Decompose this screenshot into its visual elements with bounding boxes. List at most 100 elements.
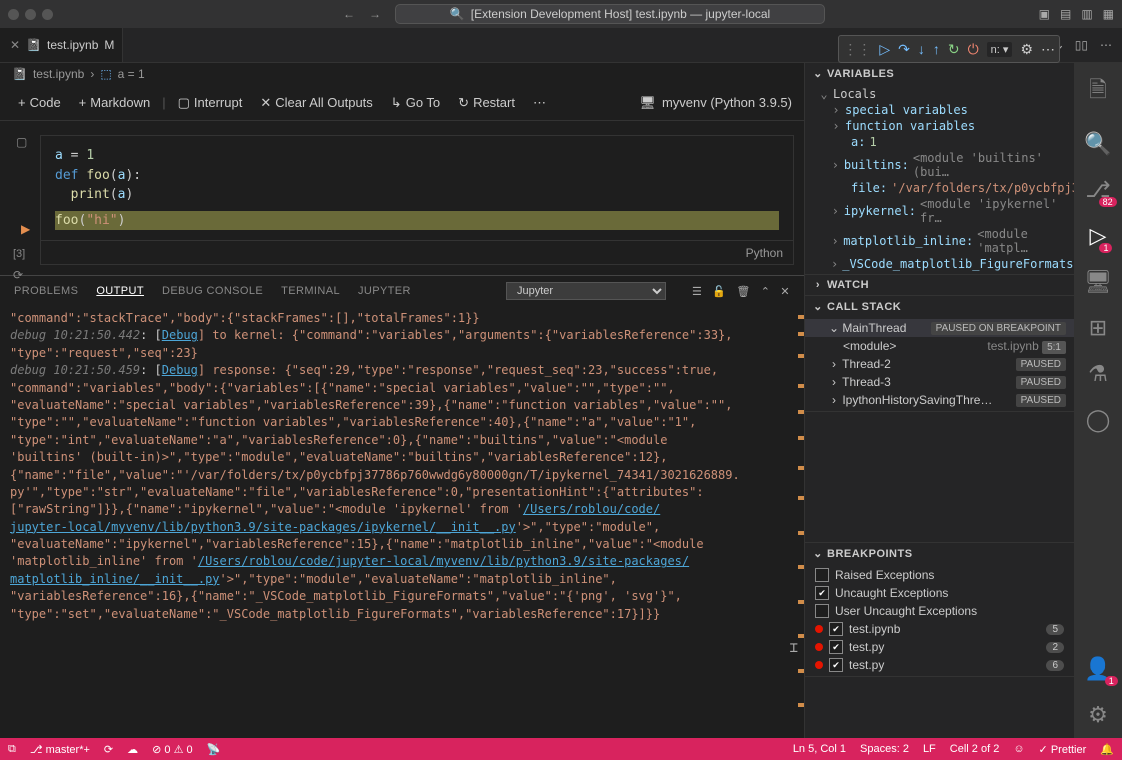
output-log[interactable]: "command":"stackTrace","body":{"stackFra… [0,306,804,738]
checkbox[interactable] [829,622,843,636]
disconnect-icon[interactable]: ⏻ [968,41,979,58]
bp-file-3[interactable]: test.py6 [805,656,1074,674]
collapse-cell-icon[interactable]: ▢ [16,135,27,149]
var-a[interactable]: a: 1 [805,134,1074,150]
thread-history[interactable]: › IpythonHistorySavingThre…PAUSED [805,391,1074,409]
maximize-window-icon[interactable] [42,9,53,20]
var-matplotlib[interactable]: ›matplotlib_inline: <module 'matpl… [805,226,1074,256]
bp-user-uncaught[interactable]: User Uncaught Exceptions [805,602,1074,620]
close-window-icon[interactable] [8,9,19,20]
output-channel-select[interactable]: Jupyter [506,282,666,300]
thread-main[interactable]: ⌄ MainThreadPAUSED ON BREAKPOINT [805,319,1074,337]
breadcrumb[interactable]: 📓 test.ipynb › ⬚ a = 1 [0,63,804,85]
nav-back-icon[interactable]: ← [343,7,355,21]
checkbox[interactable] [829,640,843,654]
command-center[interactable]: 🔍 [Extension Development Host] test.ipyn… [395,4,825,24]
tab-output[interactable]: OUTPUT [96,285,144,297]
bp-file-2[interactable]: test.py2 [805,638,1074,656]
step-over-icon[interactable]: ↷ [898,41,910,58]
variables-header[interactable]: ⌄VARIABLES [805,63,1074,84]
clear-outputs-button[interactable]: ✕Clear All Outputs [254,92,378,114]
tab-close-icon[interactable]: ✕ [10,38,20,52]
scope-locals[interactable]: ⌄Locals [805,86,1074,102]
layout-customize-icon[interactable]: ▦ [1103,7,1114,21]
scm-icon[interactable]: ⎇82 [1085,177,1110,203]
checkbox[interactable] [815,568,829,582]
live-share-icon[interactable]: 📡 [207,743,221,756]
bp-uncaught[interactable]: Uncaught Exceptions [805,584,1074,602]
callstack-header[interactable]: ⌄CALL STACK [805,296,1074,317]
lock-icon[interactable]: 🔓 [712,285,726,298]
goto-button[interactable]: ↳Go To [385,92,446,114]
checkbox[interactable] [815,586,829,600]
tab-terminal[interactable]: TERMINAL [281,285,340,297]
kernel-button[interactable]: myvenv (Python 3.9.5) [662,95,792,110]
checkbox[interactable] [815,604,829,618]
tab-problems[interactable]: PROBLEMS [14,285,78,297]
editor-tab[interactable]: ✕ 📓 test.ipynb M [0,28,123,62]
account-icon[interactable]: 👤1 [1084,656,1111,682]
thread-2[interactable]: › Thread-2PAUSED [805,355,1074,373]
gear-icon[interactable]: ⚙ [1020,41,1033,58]
prettier-status[interactable]: ✓ Prettier [1039,743,1087,756]
var-ipykernel[interactable]: ›ipykernel: <module 'ipykernel' fr… [805,196,1074,226]
branch-status[interactable]: ⎇ master*+ [30,743,90,756]
var-function[interactable]: ›function variables [805,118,1074,134]
cloud-status[interactable]: ☁ [127,743,138,756]
search-icon[interactable]: 🔍 [1084,131,1111,157]
cell-language[interactable]: Python [746,246,783,260]
tab-debug-console[interactable]: DEBUG CONSOLE [162,285,263,297]
minimize-window-icon[interactable] [25,9,36,20]
cursor-position[interactable]: Ln 5, Col 1 [793,743,846,755]
grip-icon[interactable]: ⋮⋮ [843,41,871,58]
debug-icon[interactable]: ▷1 [1090,223,1107,249]
stack-frame[interactable]: <module>test.ipynb 5:1 [805,337,1074,355]
explorer-icon[interactable]: 🗎 [1089,73,1107,111]
nav-forward-icon[interactable]: → [369,7,381,21]
step-out-icon[interactable]: ↑ [933,41,940,57]
layout-right-icon[interactable]: ▥ [1081,7,1092,21]
more-icon[interactable]: ⋯ [1041,41,1055,58]
close-panel-icon[interactable]: ✕ [780,285,790,298]
split-icon[interactable]: ▯▯ [1075,38,1088,52]
step-into-icon[interactable]: ↓ [918,41,925,57]
extensions-icon[interactable]: ⊞ [1089,315,1107,341]
add-markdown-button[interactable]: +Markdown [73,92,157,113]
tab-jupyter[interactable]: JUPYTER [358,285,411,297]
breakpoints-header[interactable]: ⌄BREAKPOINTS [805,543,1074,564]
error-count[interactable]: ⊘ 0 ⚠ 0 [152,743,193,756]
thread-3[interactable]: › Thread-3PAUSED [805,373,1074,391]
notifications-icon[interactable]: 🔔 [1100,743,1114,756]
scrollbar-minimap[interactable] [790,306,804,738]
checkbox[interactable] [829,658,843,672]
filter-icon[interactable]: ☰ [692,285,702,298]
tab-more-icon[interactable]: ⋯ [1100,38,1112,52]
layout-bottom-icon[interactable]: ▤ [1060,7,1071,21]
indent-status[interactable]: Spaces: 2 [860,743,909,755]
remote-icon[interactable]: 🖥 [1084,269,1112,295]
breakpoint-arrow-icon[interactable]: ▶ [21,222,30,236]
code-cell[interactable]: ▶ a = 1 def foo(a): print(a) foo("hi") [… [40,135,794,265]
restart-debug-icon[interactable]: ↻ [948,41,960,58]
testing-icon[interactable]: ⚗ [1088,361,1108,387]
restart-button[interactable]: ↻Restart [452,92,521,114]
var-file[interactable]: file: '/var/folders/tx/p0ycbfpj37… [805,180,1074,196]
sync-icon[interactable]: ⟳ [13,268,23,282]
watch-header[interactable]: ›WATCH [805,275,1074,295]
feedback-icon[interactable]: ☺ [1013,743,1024,755]
settings-gear-icon[interactable]: ⚙ [1088,702,1108,728]
nb-more-button[interactable]: ⋯ [527,92,552,114]
debug-config[interactable]: n: ▾ [987,42,1013,57]
bp-raised[interactable]: Raised Exceptions [805,566,1074,584]
cell-status[interactable]: Cell 2 of 2 [950,743,1000,755]
github-icon[interactable]: ◯ [1086,407,1111,433]
var-special[interactable]: ›special variables [805,102,1074,118]
sync-status[interactable]: ⟳ [104,743,113,756]
interrupt-button[interactable]: ▢Interrupt [172,92,249,114]
layout-left-icon[interactable]: ▣ [1039,7,1050,21]
eol-status[interactable]: LF [923,743,936,755]
remote-status[interactable]: ⧉ [8,743,16,756]
var-figformats[interactable]: ›_VSCode_matplotlib_FigureFormats: { [805,256,1074,272]
add-code-button[interactable]: +Code [12,92,67,113]
continue-icon[interactable]: ▷ [879,41,890,58]
